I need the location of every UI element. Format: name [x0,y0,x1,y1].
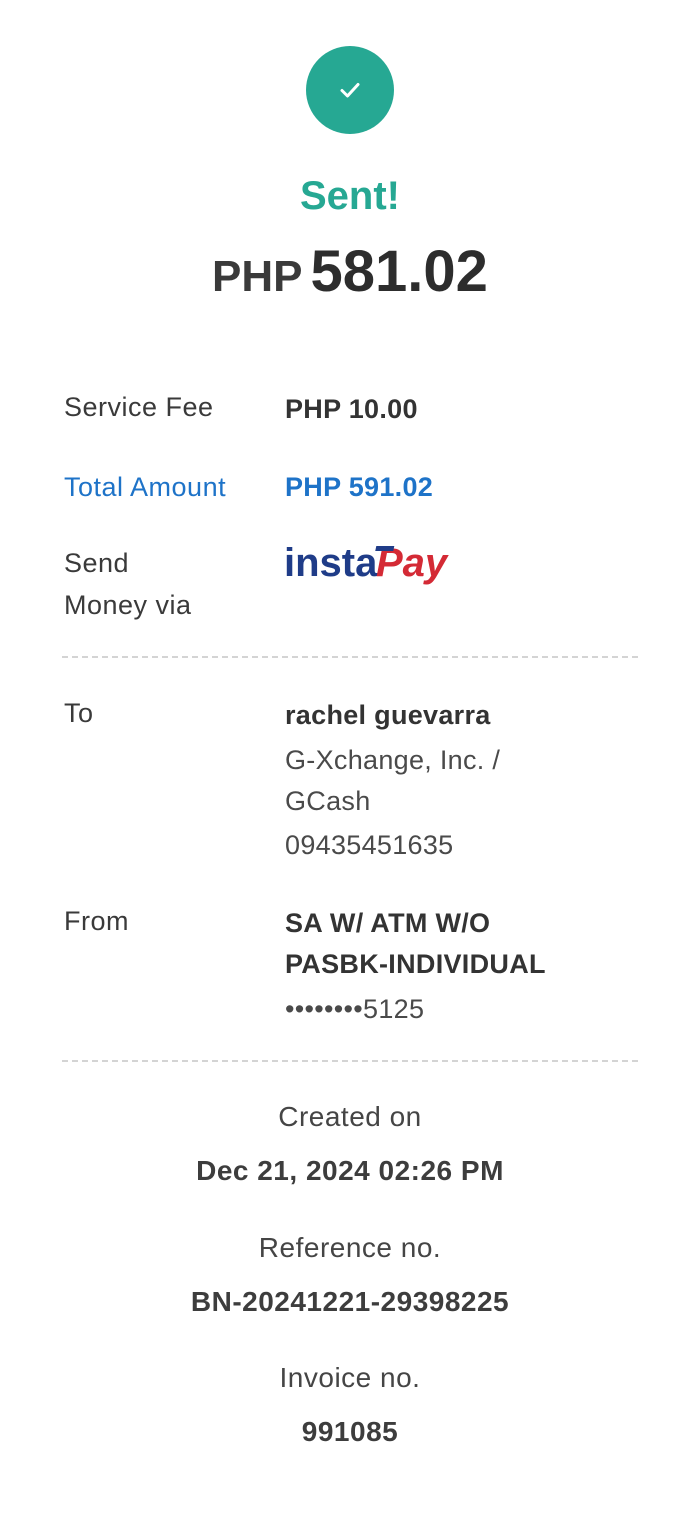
success-check-badge [306,46,394,134]
check-icon [340,83,360,98]
instapay-logo-text-insta: insta [284,541,378,585]
total-amount-label: Total Amount [64,472,227,502]
send-via-label-line2: Money via [64,590,192,620]
service-fee-value: PHP 10.00 [285,394,418,424]
amount-value: 581.02 [310,239,488,304]
amount-currency: PHP [212,252,303,301]
service-fee-label: Service Fee [64,392,214,422]
sent-amount: PHP 581.02 [0,236,700,323]
reference-no-label: Reference no. [258,1232,442,1263]
recipient-bank-line2: GCash [285,786,371,816]
created-on-label: Created on [278,1101,422,1132]
sender-account-masked: ••••••••5125 [285,994,425,1024]
status-title: Sent! [300,174,400,218]
section-divider-2 [62,1060,638,1062]
recipient-account-number: 09435451635 [285,830,454,860]
recipient-bank-line1: G-Xchange, Inc. / [285,745,501,775]
invoice-no-value: 991085 [301,1416,399,1447]
from-label: From [64,906,129,936]
section-divider-1 [62,656,638,658]
created-on-value: Dec 21, 2024 02:26 PM [196,1155,504,1186]
instapay-logo: insta Pay [284,541,449,585]
sender-account-type-line1: SA W/ ATM W/O [285,908,491,938]
sender-account-type-line2: PASBK-INDIVIDUAL [285,949,546,979]
send-via-label-line1: Send [64,548,130,578]
total-amount-value: PHP 591.02 [285,472,434,502]
to-label: To [64,698,94,728]
invoice-no-label: Invoice no. [279,1362,421,1393]
reference-no-value[interactable]: BN-20241221-29398225 [0,1281,700,1323]
recipient-name: rachel guevarra [285,700,491,730]
